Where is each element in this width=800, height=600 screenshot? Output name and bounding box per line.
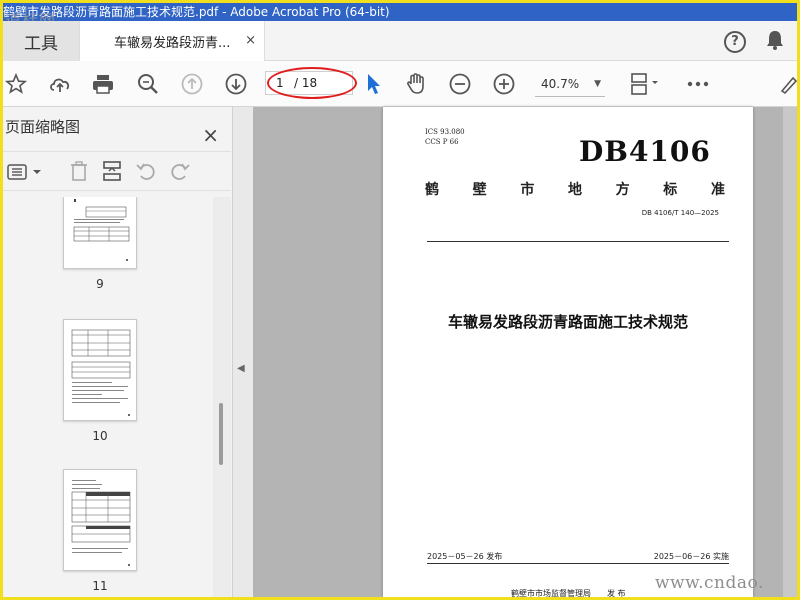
publisher: 鹤壁市市场监督管理局 发 布	[511, 589, 626, 597]
panel-close-button[interactable]: ×	[202, 115, 219, 155]
ics-line: ICS 93.080	[425, 128, 465, 136]
footer-rule	[427, 563, 729, 564]
collapse-panel-icon[interactable]: ◀	[237, 363, 245, 374]
thumbnail-label-10: 10	[92, 429, 108, 443]
help-icon[interactable]: ?	[724, 31, 746, 53]
tab-strip: 工具 车辙易发路段沥青... × ?	[3, 21, 797, 61]
cloud-upload-icon[interactable]	[47, 71, 73, 97]
zoom-level-value: 40.7%	[541, 77, 580, 91]
page-thumbnail-11[interactable]	[63, 469, 137, 571]
zoom-out-icon[interactable]	[447, 71, 473, 97]
zoom-in-icon[interactable]	[491, 71, 517, 97]
annotation-ellipse	[267, 67, 357, 99]
app-window: 鹤壁市发路段沥青路面施工技术规范.pdf - Adobe Acrobat Pro…	[3, 3, 797, 597]
standard-number: DB 4106/T 140—2025	[641, 209, 719, 217]
print-icon[interactable]	[90, 71, 116, 97]
previous-page-icon[interactable]	[179, 71, 205, 97]
delete-page-icon[interactable]	[69, 160, 89, 186]
thumbnail-scrollbar-thumb[interactable]	[219, 403, 223, 465]
standard-level: 鹤 壁 市 地 方 标 准	[425, 179, 725, 199]
thumbnail-label-9: 9	[96, 277, 104, 291]
ics-code: ICS 93.080 CCS P 66	[425, 127, 465, 147]
level-char: 标	[663, 182, 678, 198]
zoom-level-dropdown[interactable]: 40.7% ▼	[535, 71, 605, 97]
hand-tool-icon[interactable]	[403, 71, 429, 97]
thumbnail-scrollbar[interactable]	[213, 197, 231, 597]
document-title: 车辙易发路段沥青路面施工技术规范	[447, 313, 688, 331]
thumbnail-toolbar	[3, 151, 231, 191]
rotate-left-icon[interactable]	[135, 160, 157, 186]
ccs-line: CCS P 66	[425, 138, 459, 146]
document-scrollbar[interactable]	[783, 107, 797, 597]
level-char: 地	[567, 182, 582, 198]
zoom-search-icon[interactable]	[135, 71, 161, 97]
thumbnail-list[interactable]: 9 10 11	[3, 197, 211, 597]
window-title-bar: 鹤壁市发路段沥青路面施工技术规范.pdf - Adobe Acrobat Pro…	[3, 3, 797, 21]
tab-document[interactable]: 车辙易发路段沥青... ×	[79, 21, 265, 61]
panel-title: 页面缩略图 ×	[3, 107, 231, 147]
tab-close-button[interactable]: ×	[245, 33, 256, 48]
level-char: 壁	[472, 182, 487, 198]
db-logo: DB4106	[579, 135, 711, 168]
tab-tools[interactable]: 工具	[3, 21, 79, 61]
issue-date: 2025－05－26 发布	[427, 552, 503, 561]
page-thumbnails-panel: 页面缩略图 × 9 10 11	[3, 107, 233, 597]
next-page-icon[interactable]	[223, 71, 249, 97]
insert-page-icon[interactable]	[101, 160, 123, 186]
notification-bell-icon[interactable]	[765, 29, 785, 55]
header-rule	[427, 241, 729, 242]
rotate-right-icon[interactable]	[169, 160, 191, 186]
page-thumbnail-10[interactable]	[63, 319, 137, 421]
level-char: 鹤	[425, 182, 439, 198]
pdf-page: ICS 93.080 CCS P 66 DB4106 鹤 壁 市 地 方 标 准…	[383, 107, 753, 597]
page-thumbnail-9[interactable]	[63, 197, 137, 269]
chevron-down-icon: ▼	[594, 79, 601, 89]
panel-title-text: 页面缩略图	[5, 118, 81, 136]
more-options-icon[interactable]	[685, 71, 711, 97]
level-char: 方	[615, 182, 630, 198]
sign-pen-icon[interactable]	[779, 71, 797, 97]
main-toolbar: 1/ 18 40.7% ▼	[3, 61, 797, 107]
level-char: 市	[520, 182, 535, 198]
tab-document-label: 车辙易发路段沥青...	[114, 35, 231, 51]
thumbnail-label-11: 11	[92, 579, 108, 593]
page-display-icon[interactable]	[627, 71, 663, 97]
window-title: 鹤壁市发路段沥青路面施工技术规范.pdf - Adobe Acrobat Pro…	[3, 5, 390, 19]
watermark-bottom: www.cndao.	[655, 573, 764, 593]
level-char: 准	[710, 182, 725, 198]
thumbnail-options-icon[interactable]	[7, 162, 45, 186]
panel-splitter[interactable]	[233, 107, 253, 597]
bookmark-star-icon[interactable]	[3, 71, 29, 97]
implementation-date: 2025－06－26 实施	[653, 552, 729, 561]
select-cursor-icon[interactable]	[361, 71, 387, 97]
